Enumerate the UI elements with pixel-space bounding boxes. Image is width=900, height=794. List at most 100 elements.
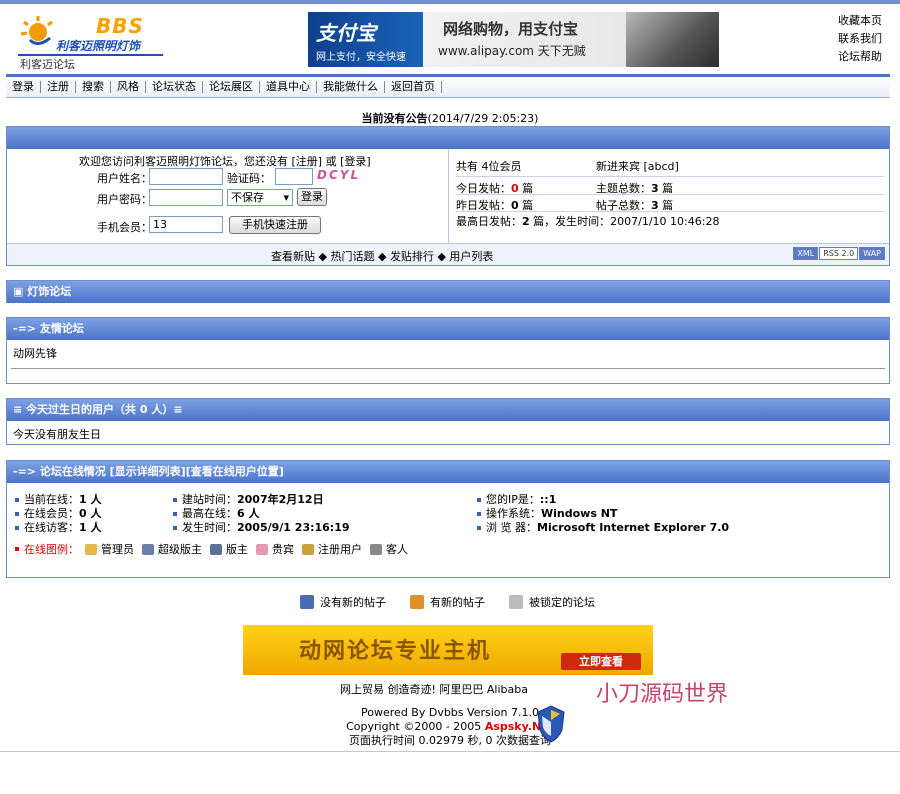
contact-link[interactable]: 联系我们 bbox=[838, 30, 896, 48]
max-day-posts: 最高日发帖：2 篇，发生时间：2007/1/10 10:46:28 bbox=[456, 213, 719, 229]
site-logo[interactable]: BBS 利客迈照明灯饰 利客迈论坛 bbox=[14, 10, 164, 71]
login-button[interactable]: 登录 bbox=[297, 188, 327, 206]
ad-view-button[interactable]: 立即查看 bbox=[561, 653, 641, 670]
member-count: 共有 4位会员 bbox=[456, 160, 522, 173]
birthday-title: ≡ 今天过生日的用户（共 0 人）≡ bbox=[7, 399, 889, 421]
feed-badges: XML RSS 2.0 WAP bbox=[793, 247, 885, 260]
chevron-down-icon: ▾ bbox=[283, 191, 289, 204]
collapse-icon[interactable]: ▣ bbox=[13, 285, 27, 298]
stats-divider bbox=[456, 176, 884, 177]
top-links: 收藏本页 联系我们 论坛帮助 bbox=[838, 12, 896, 66]
banner-tagline: 网上支付，安全快速 bbox=[316, 52, 406, 63]
captcha-image[interactable]: DCYL bbox=[317, 168, 360, 182]
online-guests: 在线访客：1 人 bbox=[15, 519, 101, 535]
login-form: 欢迎您访问利客迈照明灯饰论坛，您还没有 [注册] 或 [登录] 用户姓名： 验证… bbox=[7, 149, 449, 243]
bullet-icon bbox=[15, 526, 19, 530]
sun-logo-icon bbox=[20, 16, 53, 45]
username-label: 用户姓名： bbox=[97, 172, 152, 185]
banner-photo bbox=[626, 12, 719, 67]
guest-icon bbox=[370, 543, 382, 555]
friend-link-dvbbs[interactable]: 动网先锋 bbox=[13, 347, 57, 360]
bullet-icon bbox=[173, 498, 177, 502]
username-input[interactable] bbox=[149, 168, 223, 185]
help-link[interactable]: 论坛帮助 bbox=[838, 48, 896, 66]
bullet-icon bbox=[477, 526, 481, 530]
main-nav: 登录 注册 搜索 风格 论坛状态 论坛展区 道具中心 我能做什么 返回首页 bbox=[6, 74, 890, 98]
friend-links-title: -=> 友情论坛 bbox=[7, 318, 889, 340]
quick-links: 查看新贴 ◆ 热门话题 ◆ 发贴排行 ◆ 用户列表 bbox=[271, 248, 493, 264]
locked-forum-icon bbox=[509, 595, 523, 609]
password-input[interactable] bbox=[149, 189, 223, 206]
logo-subtitle: 利客迈论坛 bbox=[20, 58, 75, 71]
rss-badge[interactable]: RSS 2.0 bbox=[819, 247, 859, 260]
friend-links-panel: -=> 友情论坛 动网先锋 bbox=[6, 317, 890, 384]
vip-icon bbox=[256, 543, 268, 555]
exec-time: 页面执行时间 0.02979 秒, 0 次数据查询 bbox=[349, 734, 551, 747]
ad-title: 动网论坛专业主机 bbox=[299, 639, 492, 664]
nav-register[interactable]: 注册 bbox=[41, 81, 76, 93]
super-moderator-icon bbox=[142, 543, 154, 555]
legend-super-moderator: 超级版主 bbox=[142, 541, 202, 557]
online-legend: 在线图例： 管理员 超级版主 版主 贵宾 注册用户 客人 bbox=[15, 541, 416, 557]
peak-time-label: 发生时间： bbox=[182, 521, 237, 534]
no-new-posts-legend: 没有新的帖子 bbox=[300, 594, 386, 610]
wap-badge[interactable]: WAP bbox=[859, 247, 885, 260]
browser-value: Microsoft Internet Explorer 7.0 bbox=[537, 521, 730, 534]
bullet-icon: ◆ bbox=[437, 250, 450, 263]
light-forum-titlebar[interactable]: ▣ 灯饰论坛 bbox=[7, 281, 889, 303]
nav-search[interactable]: 搜索 bbox=[76, 81, 111, 93]
password-label: 用户密码： bbox=[97, 193, 152, 206]
legend-moderator-label: 版主 bbox=[226, 543, 248, 556]
announcement: 当前没有公告(2014/7/29 2:05:23) bbox=[0, 110, 900, 126]
captcha-input[interactable] bbox=[275, 168, 313, 185]
banner-slogan: 网络购物，用支付宝 bbox=[443, 20, 579, 38]
mobile-input[interactable]: 13 bbox=[149, 216, 223, 233]
hot-topics-link[interactable]: 热门话题 bbox=[330, 250, 374, 263]
post-ranking-link[interactable]: 发贴排行 bbox=[390, 250, 434, 263]
banner-brand: 支付宝 bbox=[316, 21, 376, 45]
mobile-register-button[interactable]: 手机快速注册 bbox=[229, 216, 321, 234]
announcement-text: 当前没有公告 bbox=[361, 112, 428, 125]
captcha-label: 验证码： bbox=[227, 172, 271, 185]
alipay-banner-ad[interactable]: 支付宝 网上支付，安全快速 网络购物，用支付宝 www.alipay.com 天… bbox=[308, 12, 719, 67]
user-list-link[interactable]: 用户列表 bbox=[449, 250, 493, 263]
browser-label: 浏 览 器： bbox=[486, 521, 537, 534]
moderator-icon bbox=[210, 543, 222, 555]
new-posts-legend: 有新的帖子 bbox=[410, 594, 485, 610]
user-browser: 浏 览 器：Microsoft Internet Explorer 7.0 bbox=[477, 519, 729, 535]
new-posts-link[interactable]: 查看新贴 bbox=[271, 250, 315, 263]
save-login-select[interactable]: 不保存 ▾ bbox=[227, 189, 293, 206]
peak-time: 发生时间：2005/9/1 23:16:19 bbox=[173, 519, 350, 535]
birthday-panel: ≡ 今天过生日的用户（共 0 人）≡ 今天没有朋友生日 bbox=[6, 398, 890, 445]
max-day-tail: 篇，发生时间：2007/1/10 10:46:28 bbox=[533, 215, 720, 228]
legend-guest: 客人 bbox=[370, 541, 408, 557]
nav-home[interactable]: 返回首页 bbox=[385, 81, 442, 93]
bottom-divider bbox=[0, 751, 900, 752]
bullet-icon bbox=[477, 498, 481, 502]
alibaba-link[interactable]: 网上贸易 创造奇迹! 阿里巴巴 Alibaba bbox=[340, 681, 528, 697]
bullet-icon bbox=[173, 526, 177, 530]
no-new-posts-label: 没有新的帖子 bbox=[320, 596, 386, 609]
max-day-value: 2 bbox=[522, 215, 530, 228]
peak-time-value: 2005/9/1 23:16:19 bbox=[237, 521, 350, 534]
mobile-label: 手机会员： bbox=[97, 221, 152, 234]
quick-links-bar: 查看新贴 ◆ 热门话题 ◆ 发贴排行 ◆ 用户列表 XML RSS 2.0 WA… bbox=[7, 243, 889, 265]
new-posts-icon bbox=[410, 595, 424, 609]
banner-url: www.alipay.com 天下无贼 bbox=[438, 44, 586, 58]
nav-item-center[interactable]: 道具中心 bbox=[260, 81, 317, 93]
logo-bbs-text: BBS bbox=[96, 14, 144, 38]
shield-icon bbox=[537, 705, 565, 743]
bookmark-link[interactable]: 收藏本页 bbox=[838, 12, 896, 30]
nav-what-can-i-do[interactable]: 我能做什么 bbox=[317, 81, 385, 93]
xml-badge[interactable]: XML bbox=[793, 247, 819, 260]
nav-forum-gallery[interactable]: 论坛展区 bbox=[203, 81, 260, 93]
hosting-ad-banner[interactable]: 动网论坛专业主机 立即查看 bbox=[243, 625, 653, 675]
nav-style[interactable]: 风格 bbox=[111, 81, 146, 93]
locked-forum-label: 被锁定的论坛 bbox=[529, 596, 595, 609]
online-title[interactable]: -=> 论坛在线情况 [显示详细列表][查看在线用户位置] bbox=[7, 461, 889, 483]
nav-forum-status[interactable]: 论坛状态 bbox=[146, 81, 203, 93]
nav-login[interactable]: 登录 bbox=[6, 81, 41, 93]
locked-forum-legend: 被锁定的论坛 bbox=[509, 594, 595, 610]
legend-moderator: 版主 bbox=[210, 541, 248, 557]
birthday-text: 今天没有朋友生日 bbox=[13, 428, 101, 441]
